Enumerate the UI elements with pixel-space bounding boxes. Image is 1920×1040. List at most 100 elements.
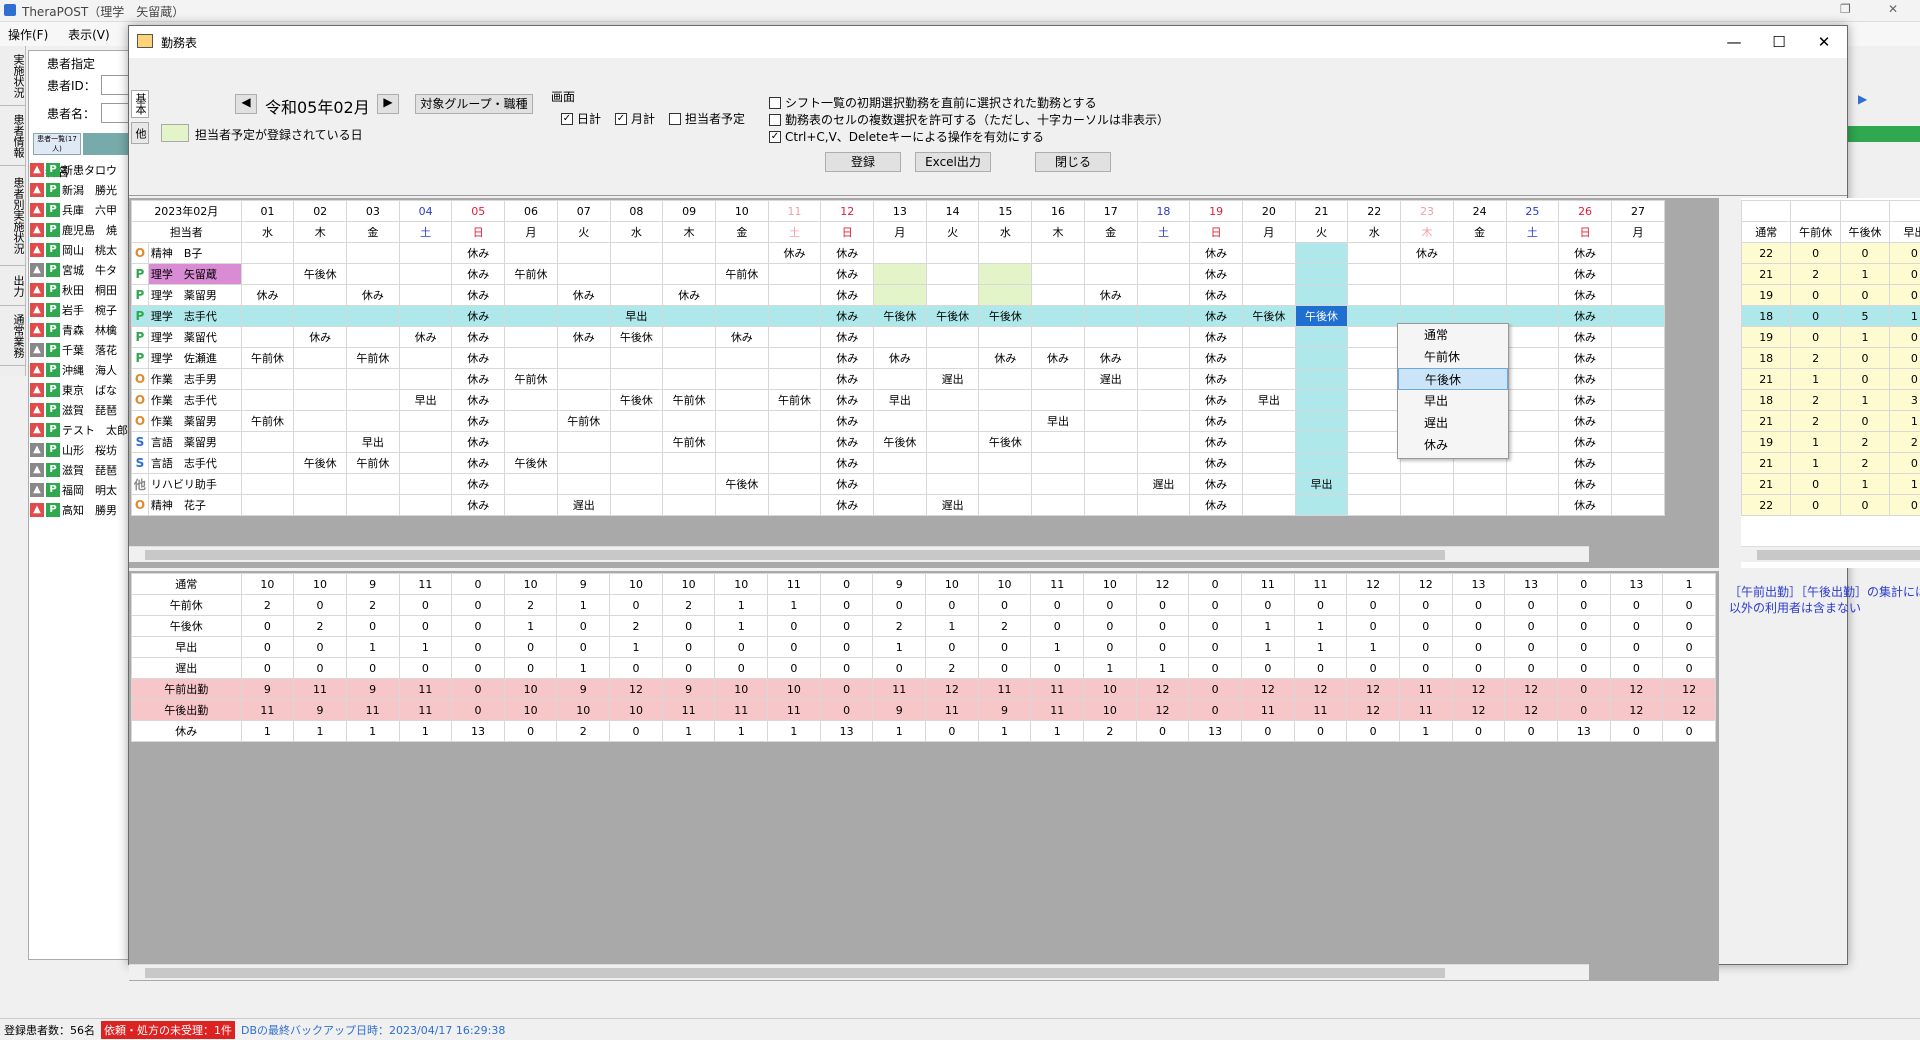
day-header[interactable]: 10 <box>714 200 769 222</box>
day-header[interactable]: 19 <box>1189 200 1243 222</box>
check-staff-plan[interactable]: 担当者予定 <box>669 110 745 127</box>
shift-cell[interactable]: 早出 <box>1242 389 1296 411</box>
shift-cell[interactable] <box>978 242 1033 264</box>
shift-cell[interactable] <box>556 242 611 264</box>
day-header[interactable]: 18 <box>1136 200 1191 222</box>
patient-list-item[interactable]: ▲ P 千葉 落花 <box>30 340 130 360</box>
context-menu-item[interactable]: 休み <box>1398 434 1508 456</box>
shift-cell[interactable] <box>714 389 769 411</box>
shift-cell[interactable] <box>293 347 348 369</box>
shift-cell[interactable] <box>609 452 664 474</box>
shift-cell[interactable] <box>1083 452 1138 474</box>
context-menu-item[interactable]: 遅出 <box>1398 412 1508 434</box>
shift-cell[interactable] <box>504 347 558 369</box>
shift-cell[interactable] <box>1505 326 1560 348</box>
shift-cell[interactable]: 休み <box>1189 305 1243 327</box>
shift-cell[interactable]: 休み <box>451 410 506 432</box>
shift-cell[interactable] <box>1242 242 1296 264</box>
close-button[interactable]: 閉じる <box>1035 152 1111 172</box>
shift-cell[interactable] <box>1294 368 1349 390</box>
grid-hscrollbar[interactable] <box>129 546 1589 562</box>
shift-cell[interactable] <box>1400 284 1454 306</box>
shift-cell[interactable] <box>1136 242 1191 264</box>
shift-cell[interactable]: 休み <box>556 284 611 306</box>
shift-cell[interactable]: 休み <box>714 326 769 348</box>
shift-cell[interactable]: 休み <box>451 305 506 327</box>
shift-cell[interactable]: 午後休 <box>714 473 769 495</box>
shift-cell[interactable] <box>1347 347 1402 369</box>
shift-cell[interactable] <box>873 410 927 432</box>
shift-cell[interactable] <box>609 368 664 390</box>
shift-cell[interactable] <box>556 368 611 390</box>
vtab-patient-info[interactable]: 患者情報 <box>0 106 26 166</box>
shift-cell[interactable] <box>1031 452 1085 474</box>
shift-cell[interactable]: 午後休 <box>293 263 348 285</box>
shift-cell[interactable]: 休み <box>820 410 875 432</box>
alert-badge[interactable]: 依頼・処方の未受理：1件 <box>101 1020 235 1039</box>
shift-cell[interactable]: 休み <box>820 305 875 327</box>
shift-cell[interactable]: 休み <box>1558 242 1612 264</box>
shift-cell[interactable] <box>1347 473 1402 495</box>
shift-cell[interactable] <box>1610 494 1666 516</box>
shift-cell[interactable]: 休み <box>820 242 875 264</box>
shift-cell[interactable] <box>346 368 400 390</box>
shift-cell[interactable] <box>925 410 980 432</box>
shift-cell[interactable] <box>714 452 769 474</box>
shift-cell[interactable]: 休み <box>1189 347 1243 369</box>
shift-cell[interactable]: 遅出 <box>1136 473 1191 495</box>
shift-cell[interactable] <box>1136 284 1191 306</box>
shift-cell[interactable] <box>398 347 453 369</box>
staff-name[interactable]: 精神 花子 <box>147 494 242 516</box>
shift-cell[interactable] <box>1505 452 1560 474</box>
shift-cell[interactable] <box>1242 494 1296 516</box>
shift-cell[interactable] <box>873 263 927 285</box>
shift-cell[interactable]: 午後休 <box>609 389 664 411</box>
shift-cell[interactable] <box>767 284 822 306</box>
patient-list-item[interactable]: ▲ P 岩手 椀子 <box>30 300 130 320</box>
shift-cell[interactable] <box>1031 368 1085 390</box>
shift-cell[interactable] <box>1083 326 1138 348</box>
shift-cell[interactable] <box>1610 410 1666 432</box>
patient-list-item[interactable]: ▲ P 宮城 牛タ <box>30 260 130 280</box>
shift-cell[interactable] <box>1610 284 1666 306</box>
shift-cell[interactable] <box>556 263 611 285</box>
shift-cell[interactable]: 休み <box>820 473 875 495</box>
shift-cell[interactable] <box>978 389 1033 411</box>
shift-cell[interactable] <box>1031 284 1085 306</box>
shift-cell[interactable] <box>240 494 295 516</box>
shift-cell[interactable] <box>398 305 453 327</box>
shift-cell[interactable]: 休み <box>1189 326 1243 348</box>
staff-name[interactable]: 理学 薬留代 <box>147 326 242 348</box>
shift-cell[interactable] <box>978 284 1033 306</box>
shift-cell[interactable] <box>346 242 400 264</box>
patient-list-item[interactable]: ▲ P 沖縄 海人 <box>30 360 130 380</box>
shift-cell[interactable]: 休み <box>451 284 506 306</box>
shift-cell[interactable] <box>1136 410 1191 432</box>
shift-cell[interactable]: 休み <box>293 326 348 348</box>
shift-cell[interactable] <box>767 368 822 390</box>
patient-list-item[interactable]: ▲ P 岡山 桃太 <box>30 240 130 260</box>
shift-cell[interactable] <box>1505 305 1560 327</box>
staff-row[interactable]: O 精神 B子 休み 休み 休み 休み 休み 休み <box>131 242 1666 264</box>
shift-cell[interactable] <box>1136 452 1191 474</box>
shift-cell[interactable] <box>1136 347 1191 369</box>
shift-cell[interactable] <box>293 473 348 495</box>
shift-cell[interactable] <box>1294 242 1349 264</box>
shift-cell[interactable] <box>1347 452 1402 474</box>
day-header[interactable]: 05 <box>451 200 506 222</box>
patient-list-item[interactable]: ▲ P 滋賀 琵琶 <box>30 400 130 420</box>
shift-cell[interactable] <box>1083 431 1138 453</box>
shift-cell[interactable] <box>1242 347 1296 369</box>
shift-cell[interactable]: 早出 <box>609 305 664 327</box>
shift-cell[interactable]: 休み <box>451 389 506 411</box>
shift-cell[interactable] <box>293 431 348 453</box>
patient-list-tab[interactable] <box>83 133 131 155</box>
shift-cell[interactable] <box>1242 263 1296 285</box>
shift-cell[interactable] <box>1136 368 1191 390</box>
patient-id-input[interactable] <box>101 75 131 95</box>
shift-cell[interactable]: 休み <box>1189 284 1243 306</box>
shift-cell[interactable] <box>293 389 348 411</box>
patient-list-item[interactable]: ▲ P 滋賀 琵琶 <box>30 460 130 480</box>
shift-cell[interactable] <box>1610 263 1666 285</box>
shift-cell[interactable]: 休み <box>1189 410 1243 432</box>
